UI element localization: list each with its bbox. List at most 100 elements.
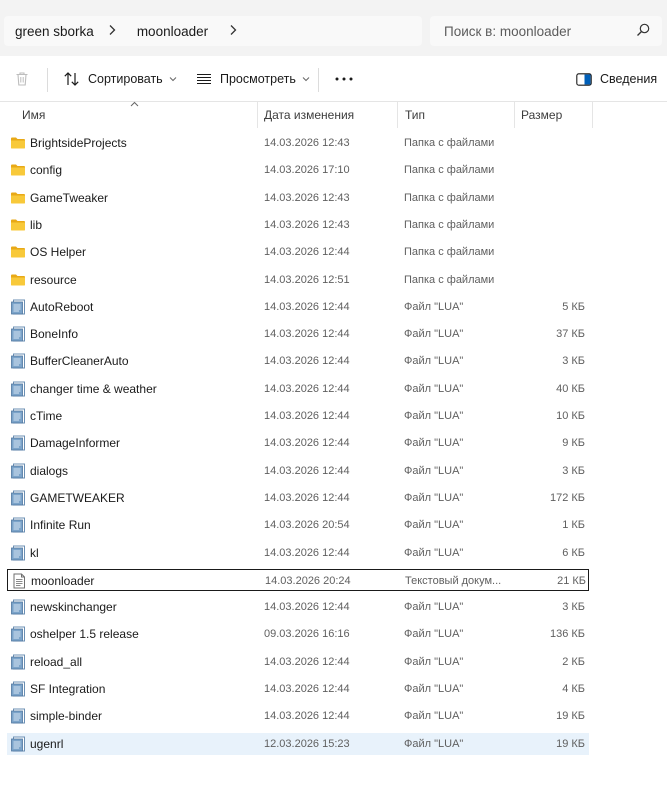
- chevron-down-icon: [302, 76, 310, 82]
- search-icon[interactable]: [636, 23, 650, 37]
- lua-file-icon: [10, 463, 26, 479]
- column-header-type[interactable]: Тип: [405, 102, 425, 128]
- text-file-icon: [11, 573, 27, 589]
- column-resize-handle[interactable]: [397, 102, 398, 128]
- file-row[interactable]: GameTweaker 14.03.2026 12:43 Папка с файла…: [7, 187, 589, 209]
- file-date-modified: 14.03.2026 12:44: [264, 491, 350, 504]
- file-row[interactable]: SF Integration 14.03.2026 12:44 Файл "LUA"…: [7, 678, 589, 700]
- file-row[interactable]: AutoReboot 14.03.2026 12:44 Файл "LUA" 5 КБ: [7, 296, 589, 318]
- lua-file-icon: [10, 599, 26, 615]
- file-row[interactable]: cTime 14.03.2026 12:44 Файл "LUA" 10 КБ: [7, 405, 589, 427]
- file-date-modified: 14.03.2026 12:44: [264, 437, 350, 450]
- file-name: cTime: [30, 409, 63, 423]
- breadcrumb-chevron-icon[interactable]: [228, 24, 238, 39]
- file-row[interactable]: OS Helper 14.03.2026 12:44 Папка с файлами: [7, 241, 589, 263]
- file-date-modified: 14.03.2026 12:44: [264, 683, 350, 695]
- file-name: resource: [30, 272, 77, 287]
- file-type: Файл "LUA": [404, 628, 464, 641]
- file-row[interactable]: config 14.03.2026 17:10 Папка с файлами: [7, 159, 589, 181]
- lua-file-icon: [10, 353, 26, 369]
- command-bar: Сортировать Просмотреть Сведения: [0, 56, 667, 102]
- details-pane-button[interactable]: Сведения: [576, 56, 657, 102]
- file-type: Файл "LUA": [404, 355, 464, 368]
- file-type: Файл "LUA": [404, 737, 464, 750]
- file-row[interactable]: GAMETWEAKER 14.03.2026 12:44 Файл "LUA" 172…: [7, 487, 589, 509]
- title-bar: green sborka moonloader Поиск в: moonloa…: [0, 0, 667, 56]
- file-date-modified: 14.03.2026 12:44: [264, 655, 350, 668]
- folder-icon: [10, 217, 26, 233]
- file-row[interactable]: resource 14.03.2026 12:51 Папка с файлами: [7, 269, 589, 291]
- column-header-size[interactable]: Размер: [521, 102, 562, 128]
- column-header-name[interactable]: Имя: [22, 102, 45, 128]
- file-type: Папка с файлами: [404, 191, 495, 204]
- file-date-modified: 14.03.2026 12:44: [264, 546, 350, 559]
- sort-icon: [63, 71, 81, 87]
- address-bar[interactable]: green sborka moonloader: [4, 16, 422, 46]
- file-size: 3 КБ: [562, 464, 585, 477]
- breadcrumb-green-sborka[interactable]: green sborka: [15, 24, 94, 39]
- file-name: BrightsideProjects: [30, 136, 127, 150]
- file-row[interactable]: DamageInformer 14.03.2026 12:44 Файл "LUA"…: [7, 432, 589, 454]
- more-options-button[interactable]: [335, 56, 353, 102]
- details-label: Сведения: [600, 72, 658, 86]
- file-row[interactable]: dialogs 14.03.2026 12:44 Файл "LUA" 3 КБ: [7, 460, 589, 482]
- file-date-modified: 14.03.2026 12:43: [264, 191, 350, 204]
- file-type: Файл "LUA": [404, 546, 464, 559]
- file-name: SF Integration: [30, 682, 106, 696]
- file-date-modified: 14.03.2026 12:43: [264, 218, 350, 231]
- file-row[interactable]: newskinchanger 14.03.2026 12:44 Файл "LUA"…: [7, 596, 589, 618]
- view-button[interactable]: Просмотреть: [196, 56, 310, 102]
- delete-icon[interactable]: [14, 56, 30, 102]
- file-name: GAMETWEAKER: [30, 490, 125, 505]
- folder-icon: [10, 244, 26, 260]
- column-resize-handle[interactable]: [592, 102, 593, 128]
- file-size: [517, 132, 585, 154]
- file-date-modified: 14.03.2026 12:44: [264, 246, 350, 259]
- column-resize-handle[interactable]: [257, 102, 258, 128]
- file-name: kl: [30, 545, 39, 560]
- file-row[interactable]: BoneInfo 14.03.2026 12:44 Файл "LUA" 37 КБ: [7, 323, 589, 345]
- breadcrumb-moonloader[interactable]: moonloader: [137, 24, 208, 39]
- file-type: Файл "LUA": [404, 328, 464, 341]
- file-row[interactable]: reload_all 14.03.2026 12:44 Файл "LUA" 2 КБ: [7, 651, 589, 673]
- lua-file-icon: [10, 654, 26, 670]
- file-row[interactable]: kl 14.03.2026 12:44 Файл "LUA" 6 КБ: [7, 542, 589, 564]
- file-row[interactable]: BrightsideProjects 14.03.2026 12:43 Папка …: [7, 132, 589, 154]
- file-type: Файл "LUA": [404, 710, 464, 723]
- file-type: Текстовый докум...: [405, 574, 502, 587]
- file-type: Папка с файлами: [404, 137, 495, 149]
- file-row[interactable]: oshelper 1.5 release 09.03.2026 16:16 Файл…: [7, 623, 589, 645]
- file-type: Папка с файлами: [404, 273, 495, 286]
- file-type: Папка с файлами: [404, 246, 495, 259]
- file-name: reload_all: [30, 654, 83, 669]
- file-row[interactable]: moonloader 14.03.2026 20:24 Текстовый доку…: [7, 568, 589, 591]
- file-row[interactable]: ugenrl 12.03.2026 15:23 Файл "LUA" 19 КБ: [7, 732, 589, 755]
- file-date-modified: 14.03.2026 12:44: [264, 601, 350, 614]
- file-row[interactable]: BufferCleanerAuto 14.03.2026 12:44 Файл "L…: [7, 350, 589, 372]
- column-header-date[interactable]: Дата изменения: [264, 102, 354, 128]
- file-size: 19 КБ: [556, 710, 585, 723]
- view-list-icon: [196, 73, 212, 85]
- sort-button[interactable]: Сортировать: [63, 56, 177, 102]
- file-row[interactable]: lib 14.03.2026 12:43 Папка с файлами: [7, 214, 589, 236]
- file-date-modified: 14.03.2026 20:54: [264, 519, 350, 532]
- file-date-modified: 09.03.2026 16:16: [264, 628, 350, 641]
- file-type: Файл "LUA": [404, 437, 464, 450]
- search-box[interactable]: Поиск в: moonloader: [430, 16, 662, 46]
- sort-label: Сортировать: [88, 72, 163, 86]
- file-name: lib: [30, 217, 43, 232]
- file-name: BufferCleanerAuto: [30, 354, 129, 369]
- file-row[interactable]: Infinite Run 14.03.2026 20:54 Файл "LUA" 1 …: [7, 514, 589, 536]
- file-name: moonloader: [31, 573, 95, 588]
- breadcrumb-chevron-icon[interactable]: [107, 24, 117, 39]
- lua-file-icon: [10, 299, 26, 315]
- file-date-modified: 14.03.2026 12:44: [264, 355, 350, 368]
- file-row[interactable]: changer time & weather 14.03.2026 12:44 Фа…: [7, 378, 589, 400]
- lua-file-icon: [10, 490, 26, 506]
- file-row[interactable]: simple-binder 14.03.2026 12:44 Файл "LUA" 1…: [7, 705, 589, 727]
- more-icon: [335, 77, 353, 81]
- column-resize-handle[interactable]: [514, 102, 515, 128]
- folder-icon: [10, 162, 26, 178]
- file-size: 3 КБ: [562, 355, 585, 368]
- file-date-modified: 14.03.2026 12:44: [264, 710, 350, 723]
